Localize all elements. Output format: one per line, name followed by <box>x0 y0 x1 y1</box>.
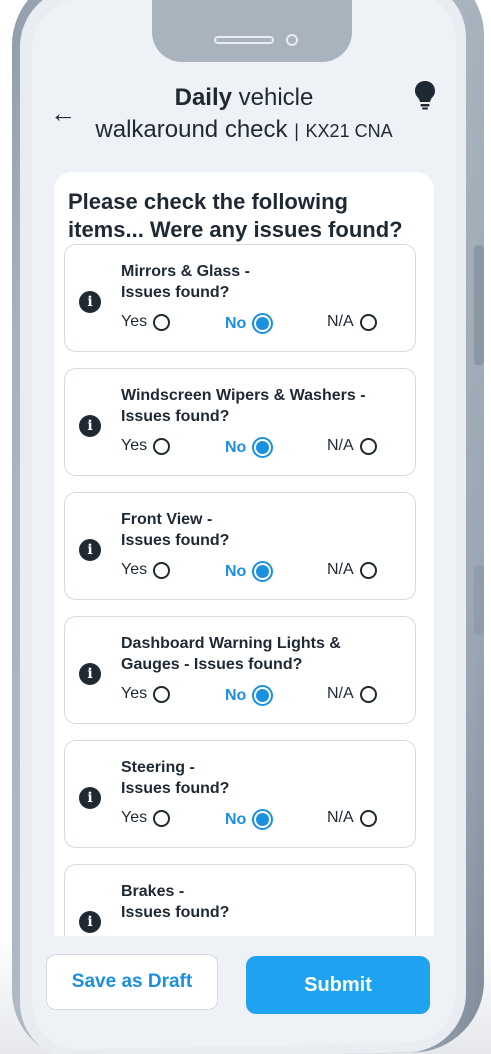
vehicle-registration: KX21 CNA <box>305 121 393 141</box>
item-title-line1: Front View - <box>121 511 213 528</box>
item-title-line1: Steering - <box>121 759 195 776</box>
item-title-line1: Windscreen Wipers & Washers - <box>121 387 366 404</box>
save-draft-button[interactable]: Save as Draft <box>46 954 218 1010</box>
checklist-item: i Windscreen Wipers & Washers - Issues fou… <box>64 368 416 476</box>
radio-na[interactable] <box>359 809 377 827</box>
item-title-line2: Gauges - Issues found? <box>121 656 303 673</box>
item-title: Dashboard Warning Lights & Gauges - Issue… <box>121 633 411 675</box>
option-na[interactable]: N/A <box>327 809 377 827</box>
option-no[interactable]: No <box>225 561 274 582</box>
info-icon[interactable]: i <box>79 415 101 437</box>
page-title: Daily vehicle walkaround check | KX21 CN… <box>32 82 456 147</box>
item-title-line1: Mirrors & Glass - <box>121 263 250 280</box>
radio-yes[interactable] <box>153 313 171 331</box>
action-bar: Save as Draft Submit <box>32 936 456 1046</box>
option-na[interactable]: N/A <box>327 561 377 579</box>
checklist-item: i Mirrors & Glass - Issues found? Yes No N/A <box>64 244 416 352</box>
checklist-heading: Please check the following items... Were… <box>68 189 403 242</box>
phone-screen: ← Daily vehicle walkaround check | KX21 … <box>32 0 456 1051</box>
info-icon[interactable]: i <box>79 663 101 685</box>
item-title-line2: Issues found? <box>121 284 230 301</box>
option-label: Yes <box>121 561 148 578</box>
title-rest: vehicle <box>238 84 314 111</box>
title-separator: | <box>294 121 299 141</box>
radio-no[interactable] <box>252 809 274 830</box>
item-title: Steering - Issues found? <box>121 757 411 799</box>
item-title-line1: Brakes - <box>121 883 185 900</box>
option-yes[interactable]: Yes <box>121 809 171 827</box>
option-yes[interactable]: Yes <box>121 313 171 331</box>
option-na[interactable]: N/A <box>327 313 377 331</box>
radio-na[interactable] <box>359 437 377 455</box>
option-label: No <box>225 438 247 456</box>
radio-yes[interactable] <box>153 809 171 827</box>
item-title-line2: Issues found? <box>121 904 230 921</box>
option-no[interactable]: No <box>225 685 274 706</box>
option-label: No <box>225 686 247 704</box>
info-icon[interactable]: i <box>79 787 101 809</box>
notch <box>152 0 352 62</box>
option-label: No <box>225 314 247 332</box>
checklist-item: i Steering - Issues found? Yes No N/A <box>64 740 416 848</box>
radio-no[interactable] <box>252 437 274 458</box>
option-label: Yes <box>121 313 148 330</box>
option-label: N/A <box>327 437 354 454</box>
option-yes[interactable]: Yes <box>121 561 171 579</box>
item-title-line2: Issues found? <box>121 408 230 425</box>
option-label: N/A <box>327 313 354 330</box>
title-bold: Daily <box>174 84 232 111</box>
item-title-line2: Issues found? <box>121 780 230 797</box>
item-title: Windscreen Wipers & Washers - Issues foun… <box>121 385 411 427</box>
checklist-item: i Front View - Issues found? Yes No N/A <box>64 492 416 600</box>
option-label: N/A <box>327 809 354 826</box>
option-label: Yes <box>121 437 148 454</box>
item-title: Front View - Issues found? <box>121 509 411 551</box>
option-label: Yes <box>121 809 148 826</box>
front-camera <box>286 34 298 46</box>
radio-yes[interactable] <box>153 561 171 579</box>
option-label: N/A <box>327 561 354 578</box>
radio-na[interactable] <box>359 313 377 331</box>
side-button-lower <box>474 565 484 636</box>
checklist-card: Please check the following items... Were… <box>54 172 434 972</box>
item-title-line1: Dashboard Warning Lights & <box>121 635 341 652</box>
speaker-grille <box>214 36 274 44</box>
option-yes[interactable]: Yes <box>121 437 171 455</box>
item-title: Brakes - Issues found? <box>121 881 411 923</box>
radio-no[interactable] <box>252 313 274 334</box>
side-button <box>474 245 484 366</box>
option-no[interactable]: No <box>225 809 274 830</box>
option-no[interactable]: No <box>225 437 274 458</box>
option-label: N/A <box>327 685 354 702</box>
info-icon[interactable]: i <box>79 911 101 933</box>
checklist-item: i Dashboard Warning Lights & Gauges - Issu… <box>64 616 416 724</box>
option-label: Yes <box>121 685 148 702</box>
item-title: Mirrors & Glass - Issues found? <box>121 261 411 303</box>
radio-no[interactable] <box>252 685 274 706</box>
title-subtitle: walkaround check <box>95 116 288 143</box>
option-label: No <box>225 810 247 828</box>
option-yes[interactable]: Yes <box>121 685 171 703</box>
option-label: No <box>225 562 247 580</box>
radio-na[interactable] <box>359 685 377 703</box>
info-icon[interactable]: i <box>79 539 101 561</box>
option-na[interactable]: N/A <box>327 685 377 703</box>
option-na[interactable]: N/A <box>327 437 377 455</box>
item-title-line2: Issues found? <box>121 532 230 549</box>
option-no[interactable]: No <box>225 313 274 334</box>
radio-yes[interactable] <box>153 685 171 703</box>
submit-button[interactable]: Submit <box>246 956 430 1014</box>
radio-no[interactable] <box>252 561 274 582</box>
info-icon[interactable]: i <box>79 291 101 313</box>
radio-yes[interactable] <box>153 437 171 455</box>
radio-na[interactable] <box>359 561 377 579</box>
